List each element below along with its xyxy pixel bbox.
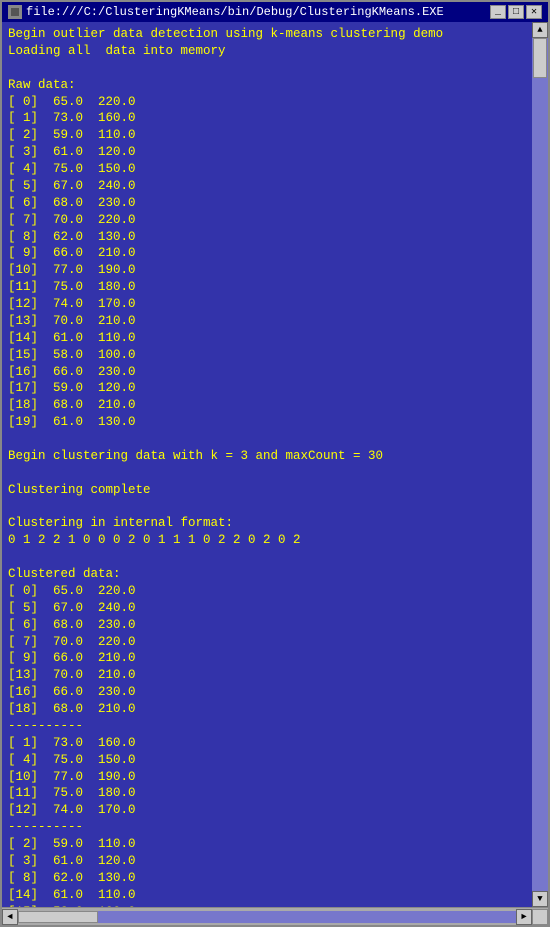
title-bar-left: file:///C:/ClusteringKMeans/bin/Debug/Cl… [8,5,444,19]
scroll-up-button[interactable]: ▲ [532,22,548,38]
horizontal-scrollbar[interactable]: ◄ ► [2,908,532,925]
title-bar: file:///C:/ClusteringKMeans/bin/Debug/Cl… [2,2,548,22]
vertical-scrollbar[interactable]: ▲ ▼ [532,22,548,907]
title-buttons: _ □ ✕ [490,5,542,19]
window-title: file:///C:/ClusteringKMeans/bin/Debug/Cl… [26,5,444,19]
main-window: file:///C:/ClusteringKMeans/bin/Debug/Cl… [0,0,550,927]
scrollbar-track[interactable] [532,38,548,891]
h-scrollbar-thumb[interactable] [18,911,98,923]
minimize-button[interactable]: _ [490,5,506,19]
close-button[interactable]: ✕ [526,5,542,19]
scrollbar-thumb[interactable] [533,38,547,78]
scroll-right-button[interactable]: ► [516,909,532,925]
h-scrollbar-track[interactable] [18,911,516,923]
app-icon [8,5,22,19]
terminal-output[interactable]: Begin outlier data detection using k-mea… [2,22,532,907]
content-area: Begin outlier data detection using k-mea… [2,22,548,907]
scroll-left-button[interactable]: ◄ [2,909,18,925]
size-grip [532,909,548,925]
maximize-button[interactable]: □ [508,5,524,19]
bottom-bar: ◄ ► [2,907,548,925]
scroll-down-button[interactable]: ▼ [532,891,548,907]
